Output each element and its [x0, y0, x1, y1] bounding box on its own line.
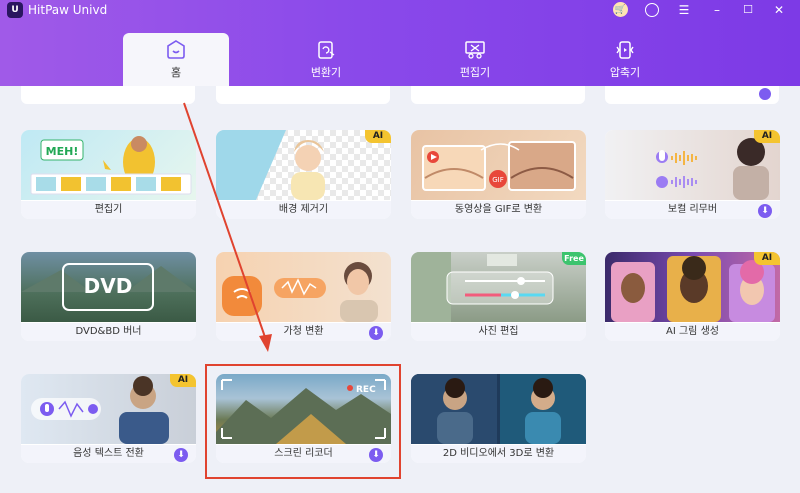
annotation-arrow [183, 102, 272, 352]
